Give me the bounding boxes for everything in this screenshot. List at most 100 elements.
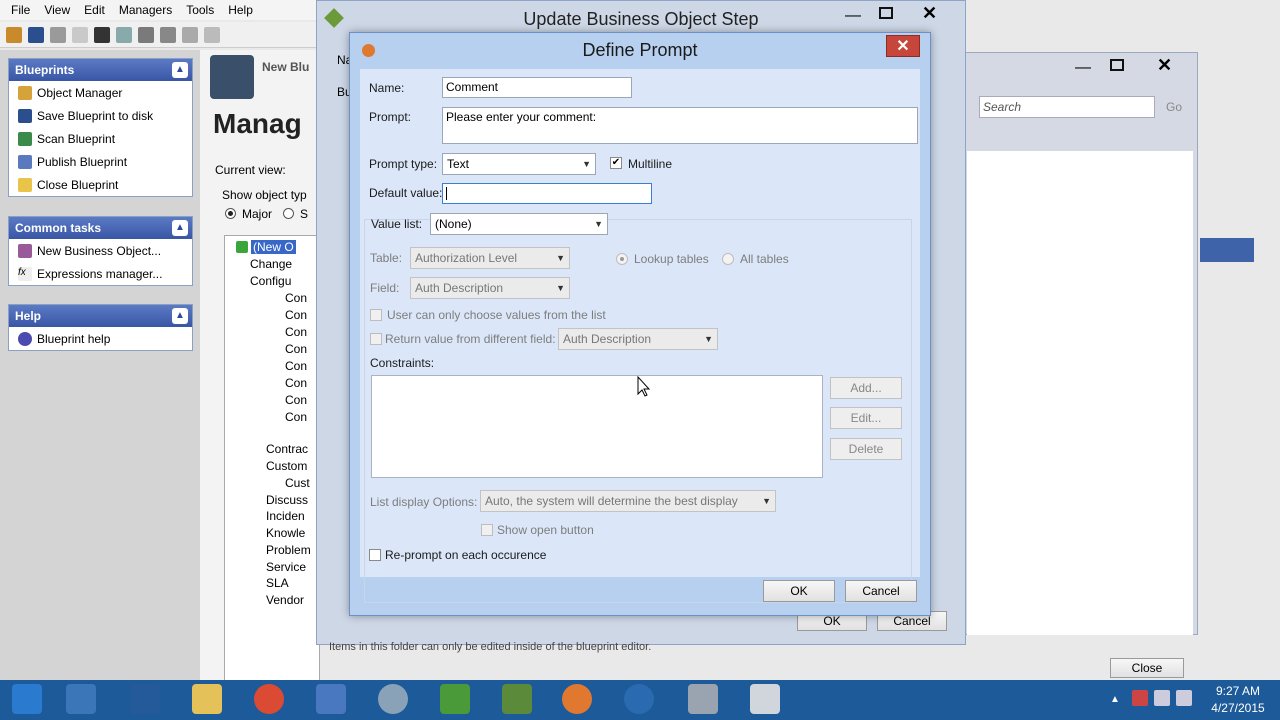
tree-item[interactable]: Con: [285, 291, 307, 305]
maximize-icon[interactable]: [1110, 59, 1124, 71]
return-field-select[interactable]: Auth Description ▼: [558, 328, 718, 350]
minimize-icon[interactable]: —: [845, 7, 861, 25]
go-button[interactable]: Go: [1166, 100, 1182, 114]
menu-help[interactable]: Help: [228, 3, 253, 17]
delete-button[interactable]: Delete: [830, 438, 902, 460]
settings-icon[interactable]: [378, 684, 408, 714]
common-tasks-header[interactable]: Common tasks ▲: [9, 217, 192, 239]
check-icon[interactable]: [50, 26, 66, 43]
close-button[interactable]: Close: [1110, 658, 1184, 678]
security-icon[interactable]: [1132, 690, 1148, 706]
tree-item[interactable]: Con: [285, 410, 307, 424]
radio-major[interactable]: [225, 208, 236, 219]
menu-edit[interactable]: Edit: [84, 3, 105, 17]
multiline-checkbox[interactable]: ✔: [610, 157, 622, 169]
prompt-type-select[interactable]: Text ▼: [442, 153, 596, 175]
tools-icon[interactable]: [502, 684, 532, 714]
mail-icon[interactable]: [750, 684, 780, 714]
constraints-list[interactable]: [371, 375, 823, 478]
tree-item[interactable]: Inciden: [266, 509, 305, 523]
cut-icon[interactable]: [94, 26, 110, 43]
menu-file[interactable]: File: [11, 3, 30, 17]
tree-item[interactable]: Problem: [266, 543, 311, 557]
user-choose-checkbox[interactable]: [370, 309, 382, 321]
tree-item[interactable]: Con: [285, 325, 307, 339]
print-icon[interactable]: [160, 26, 176, 43]
volume-icon[interactable]: [1176, 690, 1192, 706]
add-button[interactable]: Add...: [830, 377, 902, 399]
ok-button[interactable]: OK: [763, 580, 835, 602]
notepad-icon[interactable]: [440, 684, 470, 714]
value-list-select[interactable]: (None) ▼: [430, 213, 608, 235]
tree-item[interactable]: Configu: [250, 274, 291, 288]
copy-icon[interactable]: [116, 26, 132, 43]
clock-time[interactable]: 9:27 AM: [1198, 684, 1278, 698]
tree-item[interactable]: Con: [285, 308, 307, 322]
help-header[interactable]: Help ▲: [9, 305, 192, 327]
blueprint-help-item[interactable]: Blueprint help: [9, 327, 192, 350]
close-icon[interactable]: ✕: [1157, 55, 1172, 76]
tree-item[interactable]: Change: [250, 257, 292, 271]
lookup-tables-radio[interactable]: [616, 253, 628, 265]
tree-item[interactable]: Con: [285, 359, 307, 373]
home-icon[interactable]: [6, 26, 22, 43]
expressions-manager-item[interactable]: fx Expressions manager...: [9, 262, 192, 285]
cancel-button[interactable]: Cancel: [845, 580, 917, 602]
radio-s[interactable]: [283, 208, 294, 219]
prompt-field[interactable]: Please enter your comment:: [442, 107, 918, 144]
tree-item[interactable]: Contrac: [266, 442, 308, 456]
default-value-field[interactable]: [442, 183, 652, 204]
tree-item[interactable]: Con: [285, 342, 307, 356]
menu-managers[interactable]: Managers: [119, 3, 172, 17]
object-tree[interactable]: [224, 235, 320, 713]
tree-item[interactable]: Discuss: [266, 493, 308, 507]
field-select[interactable]: Auth Description ▼: [410, 277, 570, 299]
list-display-select[interactable]: Auto, the system will determine the best…: [480, 490, 776, 512]
collapse-icon[interactable]: ▲: [172, 62, 188, 78]
search-input[interactable]: Search: [979, 96, 1155, 118]
start-icon[interactable]: [12, 684, 42, 714]
new-business-object-item[interactable]: New Business Object...: [9, 239, 192, 262]
all-tables-radio[interactable]: [722, 253, 734, 265]
object-manager-item[interactable]: Object Manager: [9, 81, 192, 104]
server-manager-icon[interactable]: [66, 684, 96, 714]
admin-icon[interactable]: [688, 684, 718, 714]
tree-item[interactable]: Cust: [285, 476, 310, 490]
maximize-icon[interactable]: [879, 7, 893, 19]
chrome-icon[interactable]: [254, 684, 284, 714]
file-explorer-icon[interactable]: [192, 684, 222, 714]
tree-item[interactable]: Service: [266, 560, 306, 574]
reprompt-checkbox[interactable]: [369, 549, 381, 561]
network-icon[interactable]: [1154, 690, 1170, 706]
powershell-icon[interactable]: [130, 684, 160, 714]
publish-blueprint-item[interactable]: Publish Blueprint: [9, 150, 192, 173]
list-icon[interactable]: [182, 26, 198, 43]
grid-icon[interactable]: [204, 26, 220, 43]
cherwell-icon[interactable]: [562, 684, 592, 714]
tree-item[interactable]: Knowle: [266, 526, 305, 540]
tree-item[interactable]: Vendor: [266, 593, 304, 607]
edit-button[interactable]: Edit...: [830, 407, 902, 429]
menu-tools[interactable]: Tools: [186, 3, 214, 17]
tray-arrow-icon[interactable]: ▲: [1110, 694, 1120, 705]
minimize-icon[interactable]: —: [1075, 59, 1091, 77]
return-value-checkbox[interactable]: [370, 333, 382, 345]
scan-blueprint-item[interactable]: Scan Blueprint: [9, 127, 192, 150]
save-icon[interactable]: [28, 26, 44, 43]
name-field[interactable]: Comment: [442, 77, 632, 98]
close-icon[interactable]: ✕: [922, 3, 937, 24]
undo-icon[interactable]: [72, 26, 88, 43]
table-select[interactable]: Authorization Level ▼: [410, 247, 570, 269]
tree-item[interactable]: Con: [285, 393, 307, 407]
tree-item[interactable]: SLA: [266, 576, 289, 590]
close-icon[interactable]: ✕: [886, 35, 920, 57]
blueprints-header[interactable]: Blueprints ▲: [9, 59, 192, 81]
show-open-button-checkbox[interactable]: [481, 524, 493, 536]
tree-item[interactable]: Con: [285, 376, 307, 390]
app-icon[interactable]: [316, 684, 346, 714]
clock-date[interactable]: 4/27/2015: [1198, 701, 1278, 715]
collapse-icon[interactable]: ▲: [172, 308, 188, 324]
tree-item[interactable]: Custom: [266, 459, 307, 473]
paste-icon[interactable]: [138, 26, 154, 43]
menu-view[interactable]: View: [44, 3, 70, 17]
